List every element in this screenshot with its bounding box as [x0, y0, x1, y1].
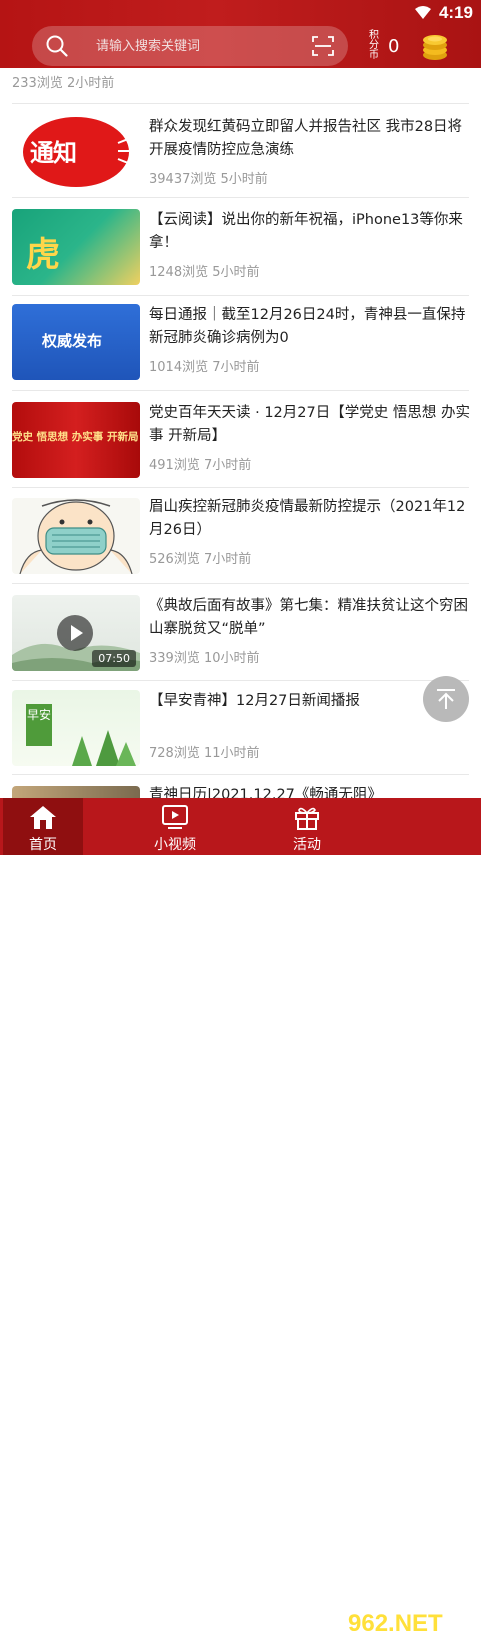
arrow-up-icon	[437, 689, 455, 709]
thumb-text: 权威发布	[42, 332, 103, 350]
list-item[interactable]: 早安 【早安青神】12月27日新闻播报 728浏览 11小时前	[0, 690, 481, 770]
item-title[interactable]: 每日通报｜截至12月26日24时，青神县一直保持新冠肺炎确诊病例为0	[149, 304, 471, 350]
divider	[12, 103, 469, 104]
tab-short-video[interactable]: 小视频	[135, 798, 215, 855]
video-duration: 07:50	[92, 650, 136, 667]
item-title[interactable]: 群众发现红黄码立即留人并报告社区 我市28日将开展疫情防控应急演练	[149, 116, 471, 162]
divider	[12, 390, 469, 391]
points-display[interactable]: 积分币 0	[368, 26, 399, 66]
item-title[interactable]: 青神日历|2021.12.27《畅通无阻》	[149, 784, 471, 798]
status-bar: 4:19	[414, 2, 473, 24]
item-meta: 526浏览 7小时前	[149, 552, 252, 567]
status-time: 4:19	[438, 3, 473, 22]
app-header: 4:19 积分币 0	[0, 0, 481, 68]
list-item[interactable]: 07:50 《典故后面有故事》第七集：精准扶贫让这个穷困山寨脱贫又“脱单” 33…	[0, 595, 481, 675]
scan-icon[interactable]	[312, 36, 334, 56]
news-feed[interactable]: 233浏览 2小时前 通知 群众发现红黄码立即留人并报告社区 我市28日将开展疫…	[0, 68, 481, 798]
tab-label: 首页	[29, 837, 57, 853]
item-title[interactable]: 【云阅读】说出你的新年祝福，iPhone13等你来拿！	[149, 209, 471, 255]
mask-thumbnail	[12, 498, 140, 574]
video-thumbnail[interactable]: 07:50	[12, 595, 140, 671]
item-title[interactable]: 党史百年天天读 · 12月27日【学党史 悟思想 办实事 开新局】	[149, 402, 471, 448]
item-title[interactable]: 眉山疾控新冠肺炎疫情最新防控提示（2021年12月26日）	[149, 496, 471, 542]
official-release-thumbnail: 权威发布	[12, 304, 140, 380]
points-label: 积分币	[368, 31, 380, 61]
thumb-text: 虎	[26, 235, 60, 275]
back-to-top-button[interactable]	[423, 676, 469, 722]
signal-icon	[117, 139, 129, 163]
calendar-thumbnail	[12, 786, 140, 798]
party-history-thumbnail: 党史 悟思想 办实事 开新局	[12, 402, 140, 478]
list-item[interactable]: 青神日历|2021.12.27《畅通无阻》	[0, 784, 481, 798]
watermark-logo: 962.NET 乐游网	[342, 1606, 477, 1647]
tab-label: 小视频	[154, 837, 196, 853]
divider	[12, 774, 469, 775]
item-meta: 1248浏览 5小时前	[149, 265, 260, 280]
divider	[12, 295, 469, 296]
item-meta: 728浏览 11小时前	[149, 746, 260, 761]
divider	[12, 197, 469, 198]
points-label-text: 积分	[369, 30, 379, 51]
mask-person-icon	[19, 499, 133, 574]
tab-activities[interactable]: 活动	[267, 798, 347, 855]
notice-thumbnail: 通知	[12, 113, 140, 189]
list-item[interactable]: 眉山疾控新冠肺炎疫情最新防控提示（2021年12月26日） 526浏览 7小时前	[0, 496, 481, 580]
item-meta: 491浏览 7小时前	[149, 458, 252, 473]
divider	[12, 680, 469, 681]
home-icon	[30, 806, 56, 829]
list-item[interactable]: 党史 悟思想 办实事 开新局 党史百年天天读 · 12月27日【学党史 悟思想 …	[0, 402, 481, 482]
video-icon	[162, 805, 188, 829]
good-morning-thumbnail: 早安	[12, 690, 140, 766]
list-item[interactable]: 虎 【云阅读】说出你的新年祝福，iPhone13等你来拿！ 1248浏览 5小时…	[0, 209, 481, 289]
item-meta: 233浏览 2小时前	[12, 76, 115, 91]
thumb-text: 党史 悟思想 办实事 开新局	[12, 431, 139, 443]
tab-home[interactable]: 首页	[3, 798, 83, 855]
list-item[interactable]: 权威发布 每日通报｜截至12月26日24时，青神县一直保持新冠肺炎确诊病例为0 …	[0, 304, 481, 384]
play-icon	[71, 625, 83, 641]
tab-label: 活动	[293, 837, 321, 853]
search-icon	[46, 35, 68, 57]
item-title[interactable]: 《典故后面有故事》第七集：精准扶贫让这个穷困山寨脱贫又“脱单”	[149, 595, 471, 641]
item-meta: 39437浏览 5小时前	[149, 172, 268, 187]
divider	[12, 487, 469, 488]
search-bar[interactable]	[32, 26, 348, 66]
item-meta: 1014浏览 7小时前	[149, 360, 260, 375]
divider	[12, 583, 469, 584]
gift-icon	[295, 807, 319, 830]
points-value: 0	[388, 35, 400, 57]
trees-illustration	[72, 730, 136, 766]
wifi-icon	[414, 6, 431, 19]
thumb-text: 通知	[30, 139, 77, 167]
bottom-tab-bar: 首页 小视频 活动 962.NET 乐游网	[0, 798, 481, 1647]
item-meta: 339浏览 10小时前	[149, 651, 260, 666]
cloud-reading-thumbnail: 虎	[12, 209, 140, 285]
list-item[interactable]: 通知 群众发现红黄码立即留人并报告社区 我市28日将开展疫情防控应急演练 394…	[0, 112, 481, 198]
watermark-subtext: 乐游网	[418, 1633, 454, 1647]
search-input[interactable]	[96, 34, 306, 58]
coins-icon[interactable]	[421, 31, 449, 61]
play-button[interactable]	[57, 615, 93, 651]
points-unit-text: 币	[369, 50, 379, 61]
